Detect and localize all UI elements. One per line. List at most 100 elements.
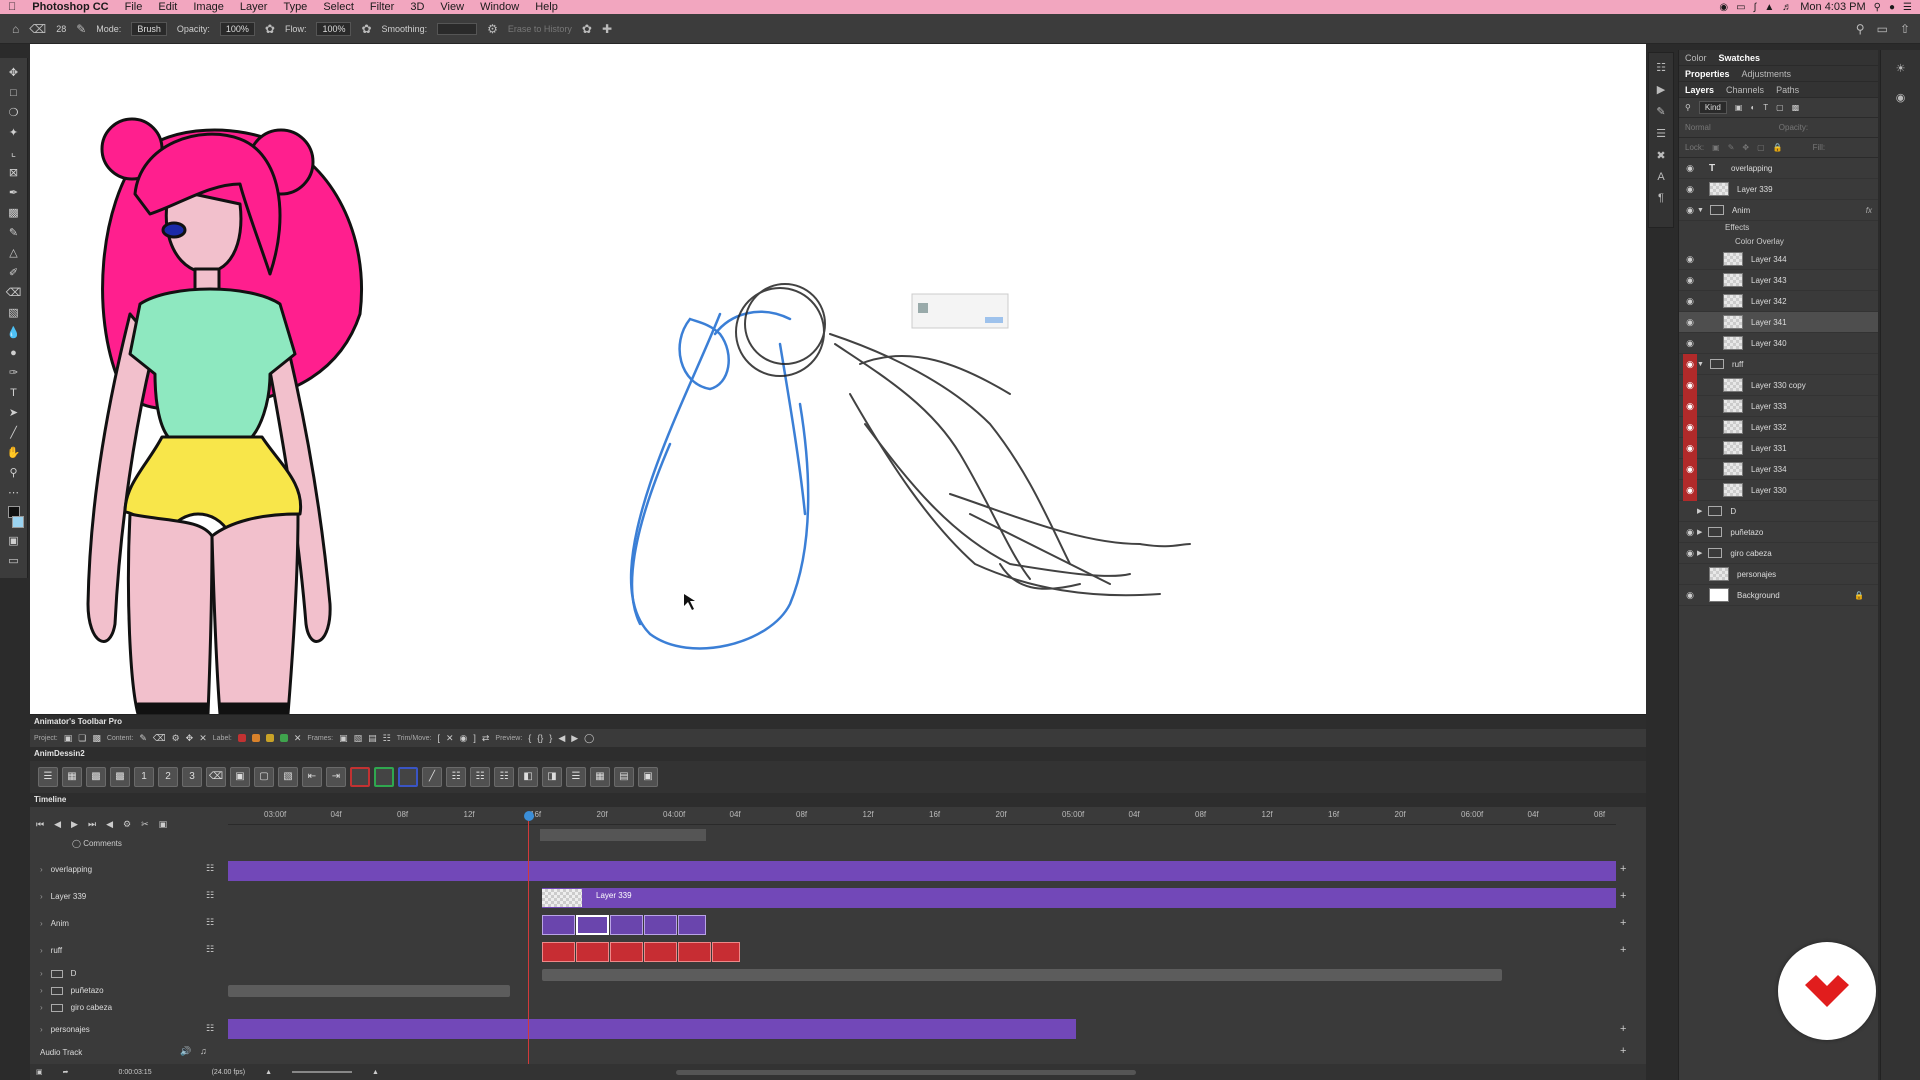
- document-canvas[interactable]: [30, 44, 1646, 714]
- film-prev-button[interactable]: ☷: [446, 767, 466, 787]
- lock-icon[interactable]: 🔒: [1854, 591, 1878, 600]
- playhead-handle[interactable]: [524, 811, 534, 821]
- chevron-right-icon[interactable]: ▶: [1697, 528, 1702, 536]
- line-tool-icon[interactable]: ╱: [5, 426, 23, 440]
- brush-content-icon[interactable]: ✎: [139, 733, 147, 744]
- layer-row[interactable]: ◉ T overlapping: [1679, 158, 1878, 179]
- blend-mode-select[interactable]: Normal: [1685, 123, 1711, 132]
- track-personajes[interactable]: › personajes: [40, 1025, 90, 1034]
- track-group-punetazo[interactable]: › puñetazo: [40, 986, 104, 995]
- menu-type[interactable]: Type: [275, 0, 315, 14]
- visibility-eye-icon[interactable]: ◉: [1683, 479, 1697, 501]
- frame-clip[interactable]: [576, 942, 609, 962]
- lasso-tool-icon[interactable]: ❍: [5, 106, 23, 120]
- fill-button[interactable]: ▦: [590, 767, 610, 787]
- lock-paint-icon[interactable]: ✎: [1728, 143, 1735, 152]
- chevron-right-icon[interactable]: ▶: [1697, 549, 1702, 557]
- pen-tool-icon[interactable]: ✑: [5, 366, 23, 380]
- track-menu-icon[interactable]: ☷: [206, 944, 214, 955]
- layer-row[interactable]: ◉ Layer 342: [1679, 291, 1878, 312]
- chevron-right-icon[interactable]: ›: [40, 1025, 43, 1034]
- actions-panel-icon[interactable]: ▶: [1657, 83, 1665, 96]
- track-menu-icon[interactable]: ☷: [206, 1023, 214, 1034]
- chevron-right-icon[interactable]: ›: [40, 969, 43, 978]
- chevron-right-icon[interactable]: ▶: [1697, 507, 1702, 515]
- split-right-button[interactable]: ◨: [542, 767, 562, 787]
- eraser-content-icon[interactable]: ⌫: [153, 733, 166, 744]
- timeline-scrollbar[interactable]: [676, 1070, 1136, 1075]
- visibility-eye-icon[interactable]: ◉: [1683, 395, 1697, 417]
- track-audio[interactable]: Audio Track: [40, 1048, 82, 1057]
- track-ruff[interactable]: › ruff: [40, 946, 62, 955]
- layers-tool-button[interactable]: ☰: [38, 767, 58, 787]
- frame-add-icon[interactable]: ▧: [354, 733, 363, 744]
- red-onion-button[interactable]: [350, 767, 370, 787]
- layer-row[interactable]: ◉ Layer 330 copy: [1679, 374, 1878, 396]
- track-group-giro-cabeza[interactable]: › giro cabeza: [40, 1003, 112, 1012]
- eraser-tool-icon[interactable]: ⌫: [5, 286, 23, 300]
- type-filter-icon[interactable]: T: [1763, 103, 1768, 112]
- lock-pixels-icon[interactable]: ▣: [1712, 143, 1720, 152]
- frame-clip[interactable]: [678, 942, 711, 962]
- flow-field[interactable]: 100%: [316, 21, 352, 36]
- add-media-icon[interactable]: +: [1620, 1023, 1626, 1035]
- preview-range-icon[interactable]: {}: [537, 733, 543, 743]
- adjust-icon[interactable]: ☰: [1656, 127, 1666, 140]
- shrink-button[interactable]: ⇤: [302, 767, 322, 787]
- chevron-right-icon[interactable]: ›: [40, 946, 43, 955]
- split-left-button[interactable]: ◧: [518, 767, 538, 787]
- color-overlay-effect[interactable]: Color Overlay: [1679, 235, 1878, 249]
- blank-frame-button[interactable]: ▦: [62, 767, 82, 787]
- paragraph-panel-icon[interactable]: ¶: [1658, 192, 1664, 204]
- chevron-right-icon[interactable]: ›: [40, 865, 43, 874]
- add-media-icon[interactable]: +: [1620, 890, 1626, 902]
- visibility-eye-icon[interactable]: ◉: [1683, 548, 1697, 559]
- gear-icon[interactable]: ⚙: [123, 819, 131, 843]
- menu-file[interactable]: File: [117, 0, 151, 14]
- volume-icon[interactable]: ♬: [1782, 2, 1792, 13]
- delete-button[interactable]: ⌫: [206, 767, 226, 787]
- track-bar[interactable]: [228, 861, 1616, 881]
- bluetooth-icon[interactable]: ∫: [1754, 2, 1757, 13]
- chevron-right-icon[interactable]: ›: [40, 892, 43, 901]
- frame-clip[interactable]: [542, 915, 575, 935]
- lock-position-icon[interactable]: ✥: [1742, 143, 1749, 152]
- group-span-bar[interactable]: [542, 969, 1502, 981]
- frame-clip[interactable]: [542, 942, 575, 962]
- track-anim[interactable]: › Anim: [40, 919, 69, 928]
- lock-all-icon[interactable]: 🔒: [1773, 143, 1783, 152]
- menu-edit[interactable]: Edit: [150, 0, 185, 14]
- user-icon[interactable]: ●: [1889, 2, 1895, 13]
- layer-group-row[interactable]: ◉ ▶ puñetazo: [1679, 522, 1878, 543]
- track-bar[interactable]: [228, 1019, 1076, 1039]
- gradient-tool-icon[interactable]: ▧: [5, 306, 23, 320]
- record-icon[interactable]: ◉: [1719, 2, 1728, 13]
- music-note-icon[interactable]: ♫: [200, 1046, 207, 1056]
- visibility-eye-icon[interactable]: ◉: [1683, 527, 1697, 538]
- visibility-eye-icon[interactable]: ◉: [1683, 205, 1697, 216]
- step-back-icon[interactable]: ◀: [54, 819, 61, 843]
- wifi-icon[interactable]: ▲: [1764, 2, 1774, 13]
- shape-filter-icon[interactable]: ▢: [1776, 103, 1784, 112]
- smoothing-field[interactable]: [437, 22, 478, 35]
- dodge-tool-icon[interactable]: ●: [5, 346, 23, 360]
- layer-row[interactable]: ◉ Layer 330: [1679, 479, 1878, 501]
- layer-row-selected[interactable]: ◉ Layer 341: [1679, 312, 1878, 333]
- crop-tool-icon[interactable]: ⌞: [5, 146, 23, 160]
- save-button[interactable]: ▩: [110, 767, 130, 787]
- grow-button[interactable]: ⇥: [326, 767, 346, 787]
- menu-layer[interactable]: Layer: [232, 0, 276, 14]
- magic-wand-tool-icon[interactable]: ✦: [5, 126, 23, 140]
- time-ruler[interactable]: 03:00f 04f 08f 12f 16f 20f 04:00f 04f 08f 12f 16f 2…: [228, 807, 1616, 825]
- hand-tool-icon[interactable]: ✋: [5, 446, 23, 460]
- add-audio-icon[interactable]: +: [1620, 1045, 1626, 1057]
- visibility-eye-icon[interactable]: ◉: [1683, 338, 1697, 349]
- no-onion-button[interactable]: ╱: [422, 767, 442, 787]
- tab-layers[interactable]: Layers: [1685, 85, 1714, 95]
- spotlight-icon[interactable]: ⚲: [1874, 2, 1881, 13]
- comments-track[interactable]: ◯ Comments: [72, 839, 122, 848]
- visibility-eye-icon[interactable]: ◉: [1683, 163, 1697, 174]
- app-menu[interactable]: Photoshop CC: [24, 0, 116, 14]
- frame-tool-icon[interactable]: ⊠: [5, 166, 23, 180]
- tab-channels[interactable]: Channels: [1726, 85, 1764, 95]
